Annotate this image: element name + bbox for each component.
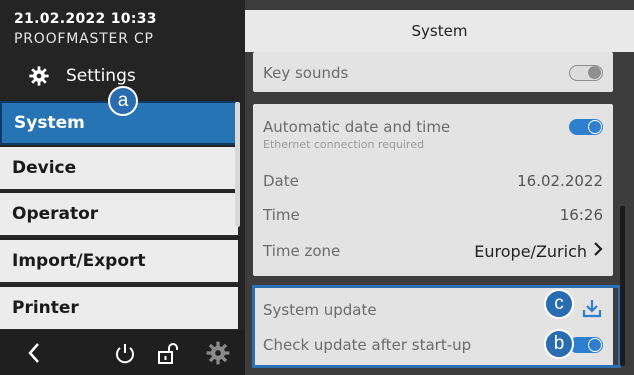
menu-item-operator[interactable]: Operator [0,193,238,237]
key-sounds-card: Key sounds [253,52,613,92]
content-scrollbar[interactable] [620,206,625,366]
power-icon[interactable] [112,340,138,366]
menu-item-label: Printer [12,298,79,318]
time-label: Time [263,206,300,224]
back-chevron-icon[interactable] [22,340,48,366]
key-sounds-toggle[interactable] [569,65,603,81]
key-sounds-label: Key sounds [263,64,349,82]
menu-item-device[interactable]: Device [0,147,238,191]
callout-a: a [108,86,138,116]
unlock-icon[interactable] [155,340,181,366]
device-name: PROOFMASTER CP [14,31,154,47]
callout-c: c [544,289,574,319]
date-value: 16.02.2022 [517,172,603,190]
page-title: System [245,10,634,52]
auto-datetime-toggle[interactable] [569,119,603,135]
time-value: 16:26 [559,206,603,224]
auto-datetime-sublabel: Ethernet connection required [263,138,425,151]
menu-scrollbar[interactable] [235,102,240,227]
key-sounds-row: Key sounds [263,62,603,84]
time-row: Time 16:26 [263,204,603,226]
menu-item-printer[interactable]: Printer [0,287,238,331]
gear-icon[interactable] [205,340,231,366]
status-datetime: 21.02.2022 10:33 [14,11,157,27]
timezone-value-group: Europe/Zurich [474,241,603,261]
timezone-row[interactable]: Time zone Europe/Zurich [263,239,603,263]
gear-icon [28,65,50,87]
settings-title: Settings [66,66,136,86]
menu-item-label: Operator [12,204,99,224]
auto-datetime-row: Automatic date and time [263,116,603,138]
datetime-card: Automatic date and time Ethernet connect… [253,104,613,276]
app-window: 21.02.2022 10:33 PROOFMASTER CP Settings… [0,0,634,375]
left-panel: 21.02.2022 10:33 PROOFMASTER CP Settings… [0,0,245,375]
bottom-bar [0,330,245,375]
menu-item-import-export[interactable]: Import/Export [0,240,238,284]
timezone-label: Time zone [263,242,341,260]
callout-b: b [544,329,574,359]
menu-item-label: Import/Export [12,251,146,271]
timezone-value: Europe/Zurich [474,241,587,261]
auto-datetime-label: Automatic date and time [263,118,451,136]
chevron-right-icon [593,241,603,261]
menu-item-label: Device [12,158,77,178]
date-label: Date [263,172,299,190]
date-row: Date 16.02.2022 [263,170,603,192]
menu-item-label: System [14,113,85,133]
